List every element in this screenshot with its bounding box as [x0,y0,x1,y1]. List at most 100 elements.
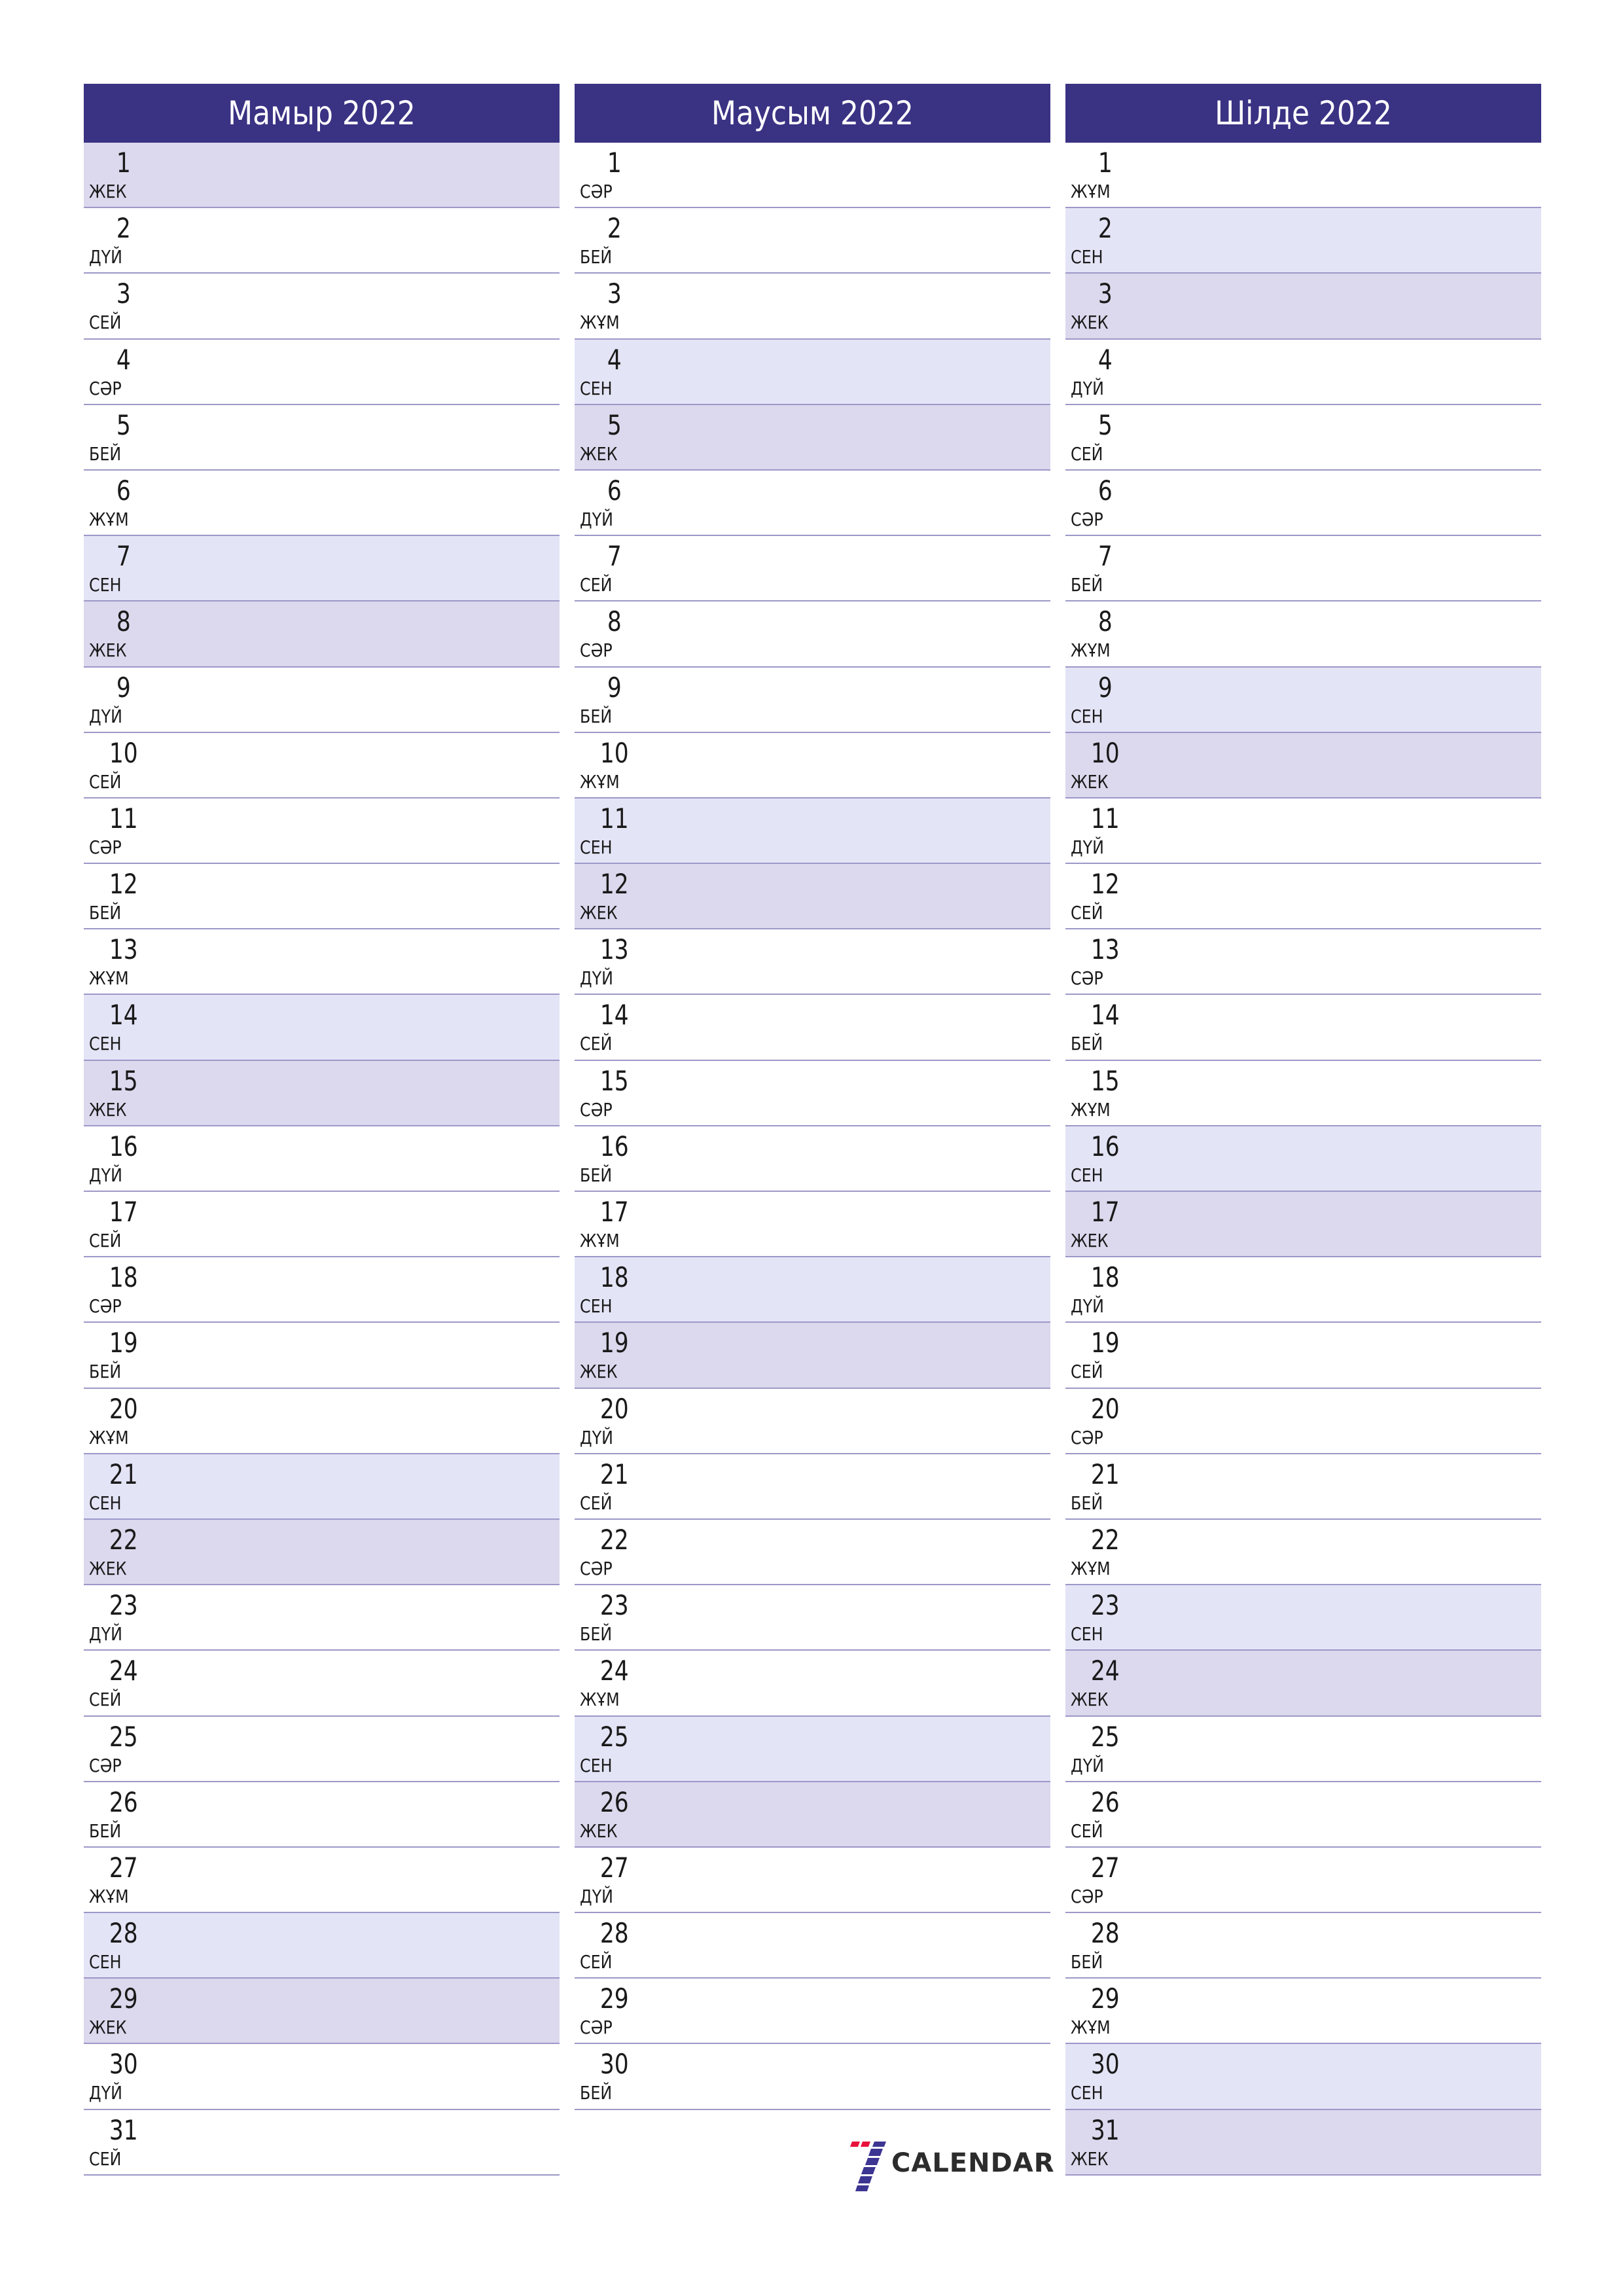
day-number: 9 [607,671,622,704]
month-column-may: Мамыр 2022 1 ЖЕК 2 ДҮЙ 3 СЕЙ 4 СӘР 5 БЕЙ 6 ЖҰМ 7 СЕН 8… [84,84,560,2176]
day-number: 17 [109,1196,138,1228]
day-row: 29 СӘР [575,1979,1050,2045]
day-number: 18 [599,1261,629,1294]
day-row: 18 ДҮЙ [1065,1257,1541,1323]
month-header: Шілде 2022 [1065,84,1541,143]
day-row: 28 БЕЙ [1065,1913,1541,1979]
day-number: 10 [109,736,138,769]
day-row: 27 ДҮЙ [575,1847,1050,1914]
day-row: 19 ЖЕК [575,1323,1050,1389]
day-number: 30 [1090,2048,1120,2081]
weekday-label: ДҮЙ [89,1164,122,1186]
weekday-label: СЕЙ [1071,1820,1103,1842]
day-number: 8 [116,605,131,638]
day-row: 2 БЕЙ [575,208,1050,274]
weekday-label: ЖҰМ [1071,1098,1111,1121]
weekday-label: СЕЙ [89,1230,122,1251]
weekday-label: ЖЕК [1071,1230,1109,1251]
day-row: 5 БЕЙ [84,404,560,471]
day-row: 6 СӘР [1065,470,1541,537]
day-row: 31 СЕЙ [84,2109,560,2176]
day-row: 13 ЖҰМ [84,929,560,996]
day-number: 15 [1090,1064,1120,1097]
day-row: 17 СЕЙ [84,1192,560,1258]
day-row: 26 ЖЕК [575,1782,1050,1848]
day-number: 12 [1090,868,1120,901]
weekday-label: БЕЙ [580,705,613,727]
weekday-label: СӘР [89,377,122,399]
weekday-label: ДҮЙ [1071,377,1104,399]
day-row: 18 СЕН [575,1257,1050,1323]
day-row: 10 СЕЙ [84,732,560,798]
day-number: 23 [1090,1589,1120,1622]
weekday-label: ЖЕК [89,2017,127,2039]
day-number: 28 [599,1917,629,1950]
weekday-label: БЕЙ [580,246,613,268]
weekday-label: ЖҰМ [580,770,620,793]
day-number: 29 [599,1982,629,2015]
day-row: 17 ЖЕК [1065,1192,1541,1258]
day-number: 3 [116,278,131,310]
day-number: 3 [607,278,622,310]
weekday-label: ЖҰМ [1071,181,1111,202]
day-number: 27 [599,1851,629,1884]
weekday-label: СЕЙ [1071,1361,1103,1383]
day-number: 18 [109,1261,138,1294]
weekday-label: ЖҰМ [89,1885,129,1907]
weekday-label: СЕН [580,1754,613,1776]
day-number: 4 [116,343,131,376]
weekday-label: СЕН [89,1492,122,1514]
weekday-label: ДҮЙ [89,705,122,727]
weekday-label: ЖЕК [1071,2147,1109,2170]
day-row: 25 СЕН [575,1716,1050,1782]
weekday-label: ЖҰМ [580,1230,620,1251]
day-number: 5 [607,408,622,441]
day-number: 16 [599,1130,629,1162]
day-number: 14 [109,999,138,1031]
day-row: 6 ЖҰМ [84,470,560,537]
weekday-label: БЕЙ [580,1164,613,1186]
weekday-label: БЕЙ [580,2082,613,2104]
weekday-label: ДҮЙ [580,967,613,990]
day-number: 24 [1090,1655,1120,1687]
weekday-label: СЕН [89,574,122,596]
day-list: 1 ЖЕК 2 ДҮЙ 3 СЕЙ 4 СӘР 5 БЕЙ 6 ЖҰМ 7 СЕН 8 ЖЕК 9 ДҮЙ 10 СЕ… [84,143,560,2176]
day-row: 18 СӘР [84,1257,560,1323]
weekday-label: СЕЙ [1071,902,1103,924]
month-header: Мамыр 2022 [84,84,560,143]
day-row: 5 ЖЕК [575,404,1050,471]
day-row: 11 СЕН [575,798,1050,865]
day-number: 17 [599,1196,629,1228]
day-number: 7 [1097,540,1113,573]
day-number: 5 [116,408,131,441]
day-number: 25 [599,1720,629,1753]
day-row: 20 ЖҰМ [84,1388,560,1454]
day-row: 1 ЖЕК [84,143,560,209]
weekday-label: ДҮЙ [89,1623,122,1645]
month-title: Шілде 2022 [1094,84,1513,143]
day-row: 12 БЕЙ [84,864,560,930]
weekday-label: БЕЙ [89,442,122,465]
weekday-label: СЕЙ [89,1689,122,1711]
weekday-label: ЖЕК [580,442,618,465]
weekday-label: ЖҰМ [580,1689,620,1711]
day-number: 24 [599,1655,629,1687]
day-row: 16 ДҮЙ [84,1126,560,1192]
weekday-label: ДҮЙ [580,508,613,530]
weekday-label: СӘР [580,1557,613,1579]
day-row: 12 ЖЕК [575,864,1050,930]
weekday-label: ЖЕК [89,181,127,202]
weekday-label: ЖЕК [580,1820,618,1842]
day-number: 2 [116,212,131,245]
weekday-label: БЕЙ [1071,1033,1103,1055]
day-number: 11 [1090,802,1120,834]
weekday-label: СЕН [580,1295,613,1318]
day-row: 14 СЕН [84,995,560,1061]
weekday-label: ЖҰМ [1071,2017,1111,2039]
day-row: 31 ЖЕК [1065,2109,1541,2176]
weekday-label: ДҮЙ [1071,836,1104,858]
day-number: 25 [1090,1720,1120,1753]
day-number: 6 [1097,474,1113,507]
day-number: 21 [1090,1458,1120,1490]
day-row: 15 СӘР [575,1060,1050,1126]
